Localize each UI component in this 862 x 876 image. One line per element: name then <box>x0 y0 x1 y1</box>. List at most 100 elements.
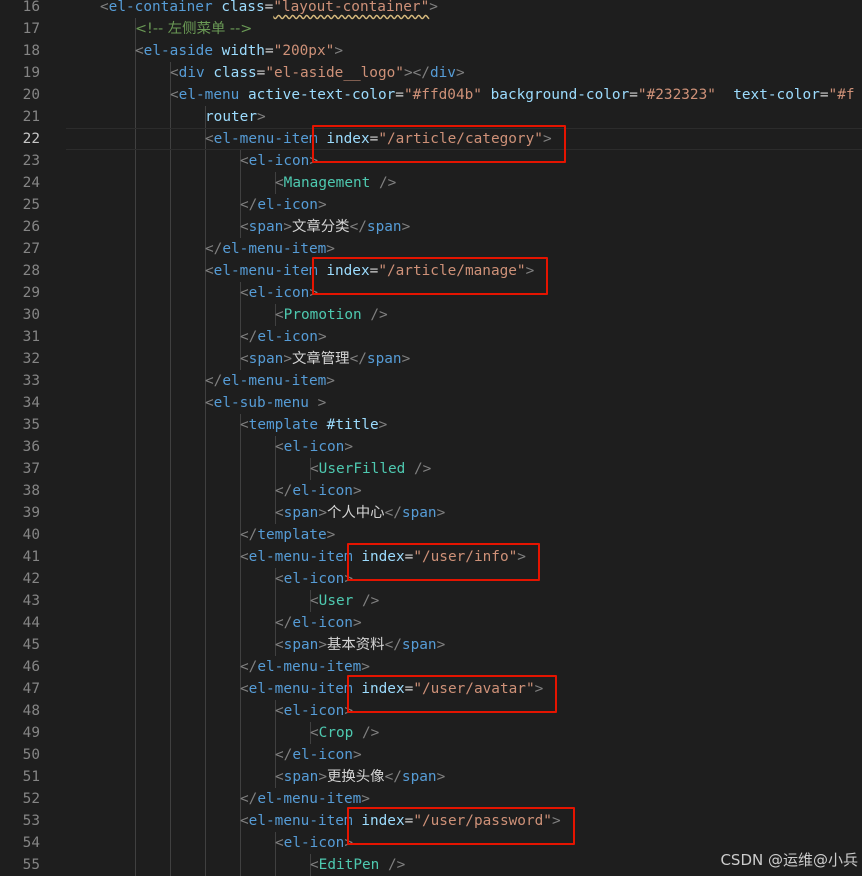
code-content: <el-menu-item index="/user/password"> <box>240 810 561 832</box>
token-punc: > <box>429 0 438 15</box>
code-line[interactable]: 33 </el-menu-item> <box>0 370 862 392</box>
indent-guide <box>205 524 206 546</box>
indent-guide <box>205 568 206 590</box>
code-content: </el-icon> <box>275 612 362 634</box>
indent-guide <box>170 458 171 480</box>
token-str: "#232323" <box>637 87 716 103</box>
code-line[interactable]: 44 </el-icon> <box>0 612 862 634</box>
token-text: 文章管理 <box>292 351 350 367</box>
token-str: "#ffd04b" <box>403 87 482 103</box>
token-punc: > <box>283 351 292 367</box>
line-number: 25 <box>22 197 40 213</box>
line-number: 33 <box>22 373 40 389</box>
code-content: <User /> <box>310 590 379 612</box>
code-line[interactable]: 22 <el-menu-item index="/article/category… <box>0 128 862 150</box>
code-line[interactable]: 18 <el-aside width="200px"> <box>0 40 862 62</box>
code-line[interactable]: 27 </el-menu-item> <box>0 238 862 260</box>
token-comp: User <box>318 593 354 609</box>
line-number: 20 <box>22 87 40 103</box>
token-punc: > <box>318 769 327 785</box>
token-punc: < <box>135 43 144 59</box>
token-punc: > <box>309 285 318 301</box>
code-line[interactable]: 20 <el-menu active-text-color="#ffd04b" b… <box>0 84 862 106</box>
code-line[interactable]: 37 <UserFilled /> <box>0 458 862 480</box>
indent-guide <box>240 304 241 326</box>
line-number: 40 <box>22 527 40 543</box>
line-number: 48 <box>22 703 40 719</box>
token-punc: < <box>240 813 249 829</box>
indent-guide <box>170 656 171 678</box>
code-line[interactable]: 26 <span>文章分类</span> <box>0 216 862 238</box>
code-line[interactable]: 17 <!-- 左侧菜单 --> <box>0 18 862 40</box>
token-tag: template <box>248 417 318 433</box>
token-cmt: <!-- 左侧菜单 --> <box>135 21 253 37</box>
token-punc: </ <box>205 373 223 389</box>
code-line[interactable]: 36 <el-icon> <box>0 436 862 458</box>
code-line[interactable]: 34 <el-sub-menu > <box>0 392 862 414</box>
code-line[interactable]: 35 <template #title> <box>0 414 862 436</box>
code-content: <span>文章管理</span> <box>240 348 410 370</box>
indent-guide <box>205 744 206 766</box>
code-content: <el-icon> <box>275 700 353 722</box>
token-attr: #title <box>326 417 379 433</box>
token-punc: > <box>436 637 446 653</box>
indent-guide <box>170 854 171 876</box>
token-tag: el-icon <box>257 329 318 345</box>
code-content: <span>更换头像</span> <box>275 766 445 788</box>
token-punc: < <box>240 681 249 697</box>
code-line[interactable]: 47 <el-menu-item index="/user/avatar"> <box>0 678 862 700</box>
token-tag: template <box>257 527 327 543</box>
token-punc: < <box>240 351 249 367</box>
code-line[interactable]: 28 <el-menu-item index="/article/manage"> <box>0 260 862 282</box>
code-line[interactable]: 24 <Management /> <box>0 172 862 194</box>
indent-guide <box>240 612 241 634</box>
code-line[interactable]: 48 <el-icon> <box>0 700 862 722</box>
indent-guide <box>170 238 171 260</box>
code-line[interactable]: 52 </el-menu-item> <box>0 788 862 810</box>
indent-guide <box>135 348 136 370</box>
indent-guide <box>240 458 241 480</box>
code-line[interactable]: 32 <span>文章管理</span> <box>0 348 862 370</box>
code-line[interactable]: 31 </el-icon> <box>0 326 862 348</box>
code-line[interactable]: 51 <span>更换头像</span> <box>0 766 862 788</box>
code-line[interactable]: 16 <el-container class="layout-container"… <box>0 0 862 18</box>
code-line[interactable]: 39 <span>个人中心</span> <box>0 502 862 524</box>
token-punc: > <box>525 263 535 279</box>
code-editor[interactable]: 16 <el-container class="layout-container"… <box>0 0 862 876</box>
token-punc: < <box>275 505 284 521</box>
code-line[interactable]: 46 </el-menu-item> <box>0 656 862 678</box>
code-line[interactable]: 30 <Promotion /> <box>0 304 862 326</box>
token-punc: /> <box>362 725 380 741</box>
code-line[interactable]: 23 <el-icon> <box>0 150 862 172</box>
indent-guide <box>170 568 171 590</box>
token-punc: /> <box>370 307 388 323</box>
code-line[interactable]: 53 <el-menu-item index="/user/password"> <box>0 810 862 832</box>
code-line[interactable]: 25 </el-icon> <box>0 194 862 216</box>
code-content: <el-icon> <box>275 436 353 458</box>
line-number: 19 <box>22 65 40 81</box>
code-line[interactable]: 40 </template> <box>0 524 862 546</box>
code-line[interactable]: 41 <el-menu-item index="/user/info"> <box>0 546 862 568</box>
indent-guide <box>135 194 136 216</box>
code-content: <el-menu-item index="/user/info"> <box>240 546 526 568</box>
code-line[interactable]: 19 <div class="el-aside__logo"></div> <box>0 62 862 84</box>
indent-guide <box>205 216 206 238</box>
code-line[interactable]: 45 <span>基本资料</span> <box>0 634 862 656</box>
code-line[interactable]: 29 <el-icon> <box>0 282 862 304</box>
token-punc: < <box>205 131 214 147</box>
indent-guide <box>170 832 171 854</box>
line-number: 28 <box>22 263 40 279</box>
code-line[interactable]: 43 <User /> <box>0 590 862 612</box>
token-punc: </ <box>240 527 258 543</box>
token-tag: el-sub-menu <box>213 395 309 411</box>
code-line[interactable]: 42 <el-icon> <box>0 568 862 590</box>
code-line[interactable]: 49 <Crop /> <box>0 722 862 744</box>
code-line[interactable]: 21 router> <box>0 106 862 128</box>
token-punc: > <box>352 747 362 763</box>
token-punc: </ <box>384 505 402 521</box>
code-line[interactable]: 50 </el-icon> <box>0 744 862 766</box>
code-line[interactable]: 38 </el-icon> <box>0 480 862 502</box>
